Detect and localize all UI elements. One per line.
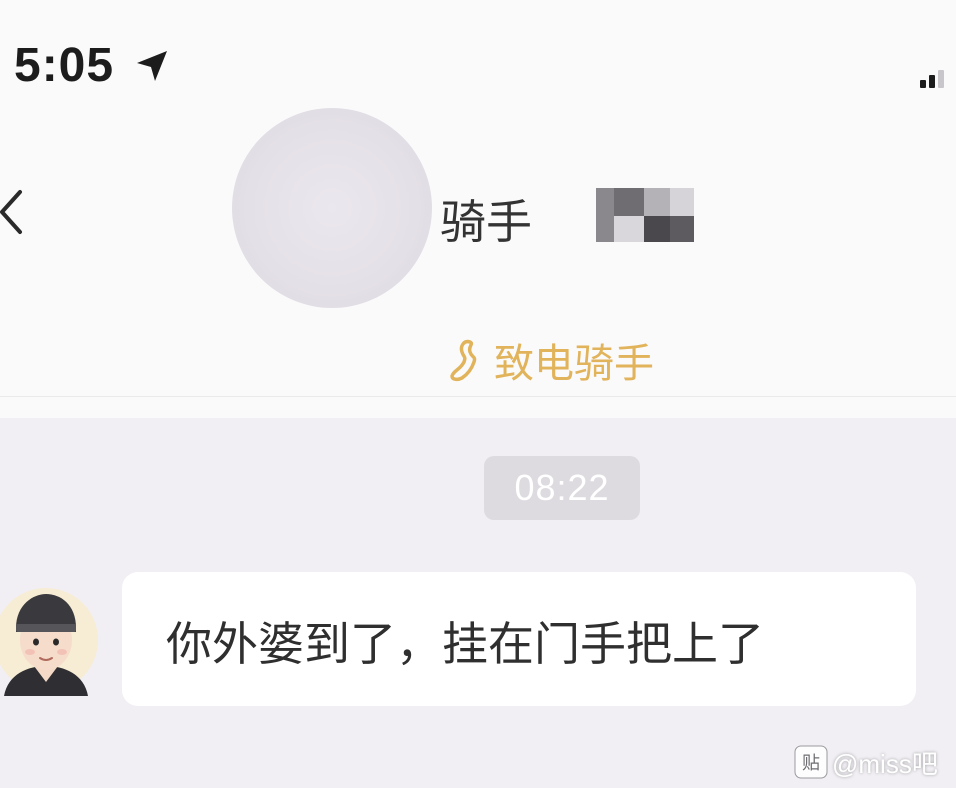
- chat-timestamp: 08:22: [484, 456, 640, 520]
- rider-name: 骑手: [440, 195, 532, 249]
- tieba-logo-icon: 贴: [794, 745, 828, 779]
- svg-text:贴: 贴: [802, 753, 820, 774]
- name-redaction-mosaic: [596, 188, 696, 242]
- watermark-text: @miss吧: [832, 748, 938, 779]
- chat-header: 骑手 致电骑手: [0, 108, 956, 418]
- chevron-left-icon[interactable]: [0, 186, 26, 238]
- status-bar: 5:05: [0, 0, 956, 110]
- call-rider-button[interactable]: 致电骑手: [446, 332, 654, 388]
- rider-message-bubble[interactable]: 你外婆到了，挂在门手把上了: [122, 572, 916, 706]
- call-rider-label: 致电骑手: [494, 341, 654, 387]
- phone-icon: [450, 339, 477, 382]
- cellular-signal-icon: [920, 70, 944, 88]
- rider-profile-avatar[interactable]: [232, 108, 432, 308]
- header-divider: [0, 396, 956, 397]
- tieba-watermark: 贴 @miss吧: [794, 744, 938, 780]
- status-time: 5:05: [14, 39, 115, 92]
- rider-helmet-avatar-icon[interactable]: [0, 574, 98, 706]
- location-arrow-icon: [137, 51, 167, 81]
- message-text: 你外婆到了，挂在门手把上了: [166, 617, 764, 671]
